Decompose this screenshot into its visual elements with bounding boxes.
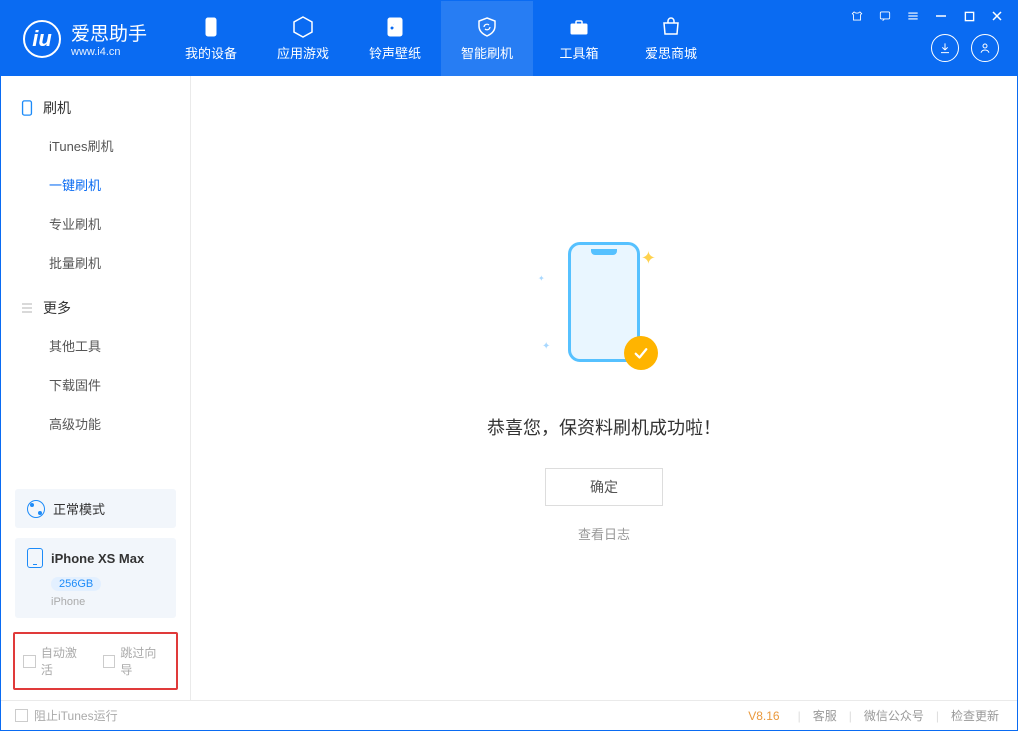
- device-block: 正常模式 iPhone XS Max 256GB iPhone: [1, 479, 190, 628]
- separator: |: [849, 709, 852, 723]
- device-name: iPhone XS Max: [51, 551, 144, 566]
- sidebar-item-download-fw[interactable]: 下载固件: [1, 365, 190, 404]
- version-label: V8.16: [748, 709, 779, 723]
- body: 刷机 iTunes刷机 一键刷机 专业刷机 批量刷机 更多 其他工具 下载固件 …: [1, 76, 1017, 700]
- window-controls: [843, 5, 1011, 27]
- separator: |: [798, 709, 801, 723]
- store-icon: [659, 15, 683, 39]
- phone-icon: [19, 100, 35, 116]
- footer-link-wechat[interactable]: 微信公众号: [860, 707, 928, 724]
- main-content: ✦ ✦ ✦ 恭喜您，保资料刷机成功啦！ 确定 查看日志: [191, 76, 1017, 700]
- sidebar-item-oneclick-flash[interactable]: 一键刷机: [1, 165, 190, 204]
- nav-label: 应用游戏: [277, 43, 329, 62]
- header: iu 爱思助手 www.i4.cn 我的设备 应用游戏 铃声壁纸 智能刷机: [1, 1, 1017, 76]
- user-button[interactable]: [971, 34, 999, 62]
- nav-tab-apps[interactable]: 应用游戏: [257, 1, 349, 76]
- device-card[interactable]: iPhone XS Max 256GB iPhone: [15, 538, 176, 618]
- nav-label: 铃声壁纸: [369, 43, 421, 62]
- download-button[interactable]: [931, 34, 959, 62]
- device-type: iPhone: [51, 596, 164, 608]
- mode-label: 正常模式: [53, 499, 105, 518]
- nav-label: 我的设备: [185, 43, 237, 62]
- nav-label: 爱思商城: [645, 43, 697, 62]
- checkbox-auto-activate[interactable]: 自动激活: [23, 644, 89, 678]
- sidebar: 刷机 iTunes刷机 一键刷机 专业刷机 批量刷机 更多 其他工具 下载固件 …: [1, 76, 191, 700]
- ok-button[interactable]: 确定: [545, 468, 663, 506]
- logo-icon: iu: [23, 20, 61, 58]
- footer: 阻止iTunes运行 V8.16 | 客服 | 微信公众号 | 检查更新: [1, 700, 1017, 730]
- checkbox-skip-wizard[interactable]: 跳过向导: [103, 644, 169, 678]
- sidebar-item-advanced[interactable]: 高级功能: [1, 404, 190, 443]
- nav-tab-toolbox[interactable]: 工具箱: [533, 1, 625, 76]
- check-badge-icon: [624, 336, 658, 370]
- nav-label: 智能刷机: [461, 43, 513, 62]
- sidebar-item-itunes-flash[interactable]: iTunes刷机: [1, 126, 190, 165]
- shirt-icon[interactable]: [843, 5, 871, 27]
- checkbox-label: 自动激活: [41, 644, 89, 678]
- sidebar-group-more[interactable]: 更多: [1, 290, 190, 326]
- checkbox-label: 阻止iTunes运行: [34, 707, 118, 724]
- checkbox-icon: [23, 655, 36, 668]
- header-right: [931, 34, 999, 62]
- app-window: iu 爱思助手 www.i4.cn 我的设备 应用游戏 铃声壁纸 智能刷机: [0, 0, 1018, 731]
- maximize-button[interactable]: [955, 5, 983, 27]
- sidebar-item-pro-flash[interactable]: 专业刷机: [1, 204, 190, 243]
- app-title: 爱思助手: [71, 19, 147, 46]
- separator: |: [936, 709, 939, 723]
- footer-link-support[interactable]: 客服: [809, 707, 841, 724]
- menu-icon[interactable]: [899, 5, 927, 27]
- sidebar-group-flash[interactable]: 刷机: [1, 90, 190, 126]
- app-subtitle: www.i4.cn: [71, 46, 147, 58]
- group-title: 更多: [43, 298, 71, 318]
- cube-icon: [291, 15, 315, 39]
- storage-badge: 256GB: [51, 577, 101, 591]
- checkbox-icon: [103, 655, 116, 668]
- logo-block: iu 爱思助手 www.i4.cn: [1, 19, 165, 58]
- sidebar-item-batch-flash[interactable]: 批量刷机: [1, 243, 190, 282]
- device-icon: [27, 548, 43, 568]
- mode-card[interactable]: 正常模式: [15, 489, 176, 528]
- success-illustration: ✦ ✦ ✦: [534, 234, 674, 394]
- group-title: 刷机: [43, 98, 71, 118]
- sparkle-icon: ✦: [542, 341, 550, 352]
- nav-label: 工具箱: [560, 43, 599, 62]
- device-icon: [199, 15, 223, 39]
- minimize-button[interactable]: [927, 5, 955, 27]
- nav-tab-flash[interactable]: 智能刷机: [441, 1, 533, 76]
- close-button[interactable]: [983, 5, 1011, 27]
- nav-tab-device[interactable]: 我的设备: [165, 1, 257, 76]
- nav-tab-store[interactable]: 爱思商城: [625, 1, 717, 76]
- checkbox-icon: [15, 709, 28, 722]
- nav-tabs: 我的设备 应用游戏 铃声壁纸 智能刷机 工具箱 爱思商城: [165, 1, 717, 76]
- success-message: 恭喜您，保资料刷机成功啦！: [487, 414, 721, 440]
- footer-link-update[interactable]: 检查更新: [947, 707, 1003, 724]
- nav-tab-ringtone[interactable]: 铃声壁纸: [349, 1, 441, 76]
- list-icon: [19, 300, 35, 316]
- shield-refresh-icon: [475, 15, 499, 39]
- options-box: 自动激活 跳过向导: [13, 632, 178, 690]
- sparkle-icon: ✦: [538, 274, 545, 283]
- mode-icon: [27, 500, 45, 518]
- checkbox-label: 跳过向导: [120, 644, 168, 678]
- music-file-icon: [383, 15, 407, 39]
- sparkle-icon: ✦: [641, 248, 656, 269]
- checkbox-block-itunes[interactable]: 阻止iTunes运行: [15, 707, 118, 724]
- toolbox-icon: [567, 15, 591, 39]
- sidebar-item-other-tools[interactable]: 其他工具: [1, 326, 190, 365]
- feedback-icon[interactable]: [871, 5, 899, 27]
- view-log-link[interactable]: 查看日志: [578, 524, 630, 543]
